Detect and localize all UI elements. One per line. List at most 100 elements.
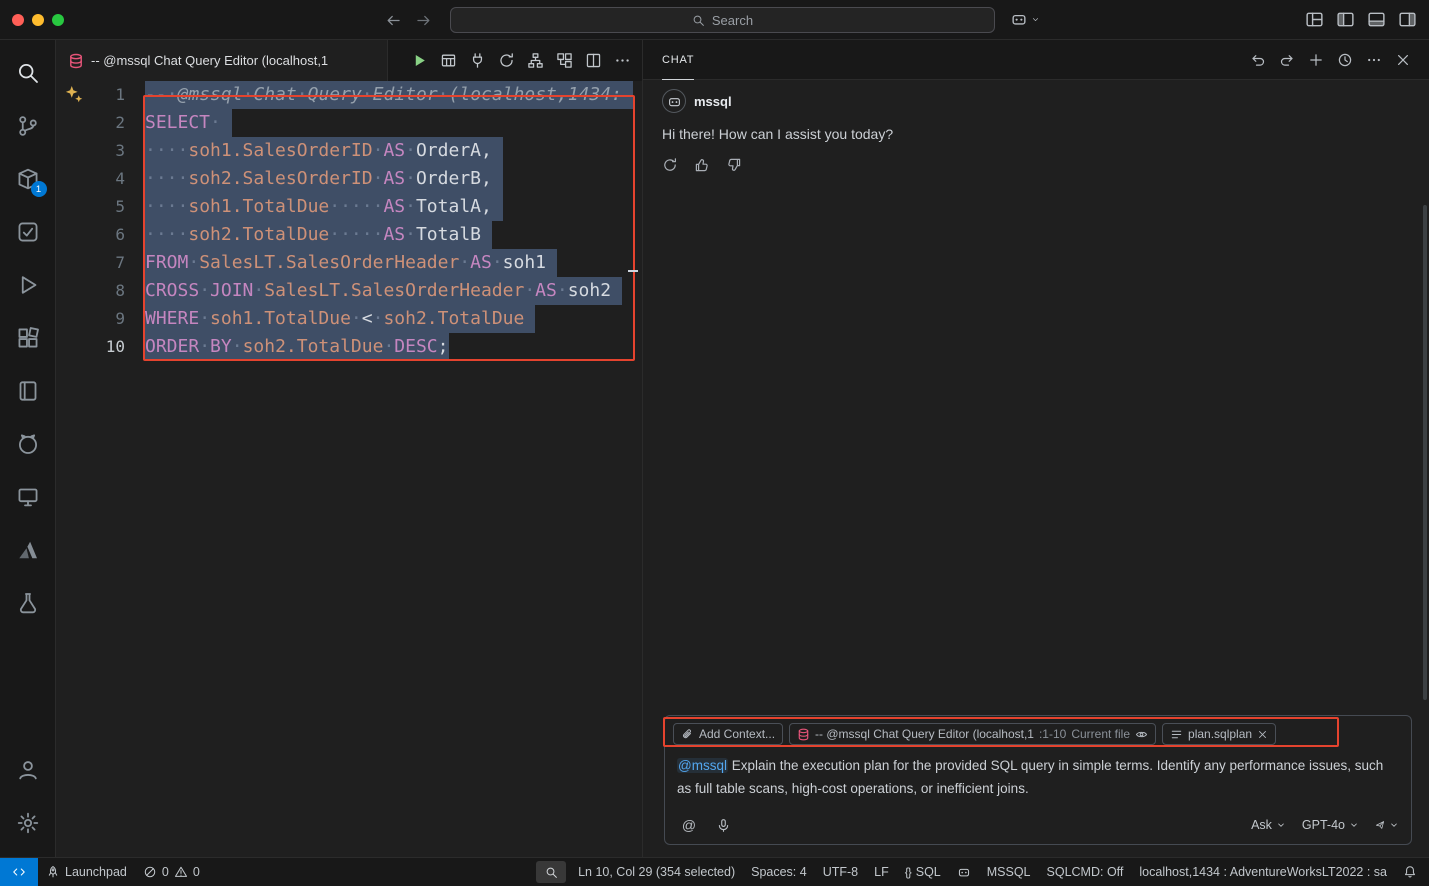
chat-more-button[interactable] bbox=[1362, 48, 1386, 72]
eye-icon[interactable] bbox=[1135, 728, 1148, 741]
editor-content[interactable]: 1--·@mssql·Chat·Query·Editor·(localhost,… bbox=[56, 81, 642, 857]
toggle-primary-sidebar-button[interactable] bbox=[1336, 10, 1355, 29]
indentation-status[interactable]: Spaces: 4 bbox=[743, 858, 815, 886]
copilot-menu-button[interactable] bbox=[1010, 10, 1040, 28]
remote-icon bbox=[12, 865, 26, 879]
send-button[interactable] bbox=[1375, 820, 1399, 830]
voice-input-button[interactable] bbox=[711, 813, 735, 837]
toggle-panel-button[interactable] bbox=[1367, 10, 1386, 29]
undo-edits-button[interactable] bbox=[1246, 48, 1270, 72]
activity-run-debug[interactable] bbox=[0, 258, 56, 311]
new-chat-button[interactable] bbox=[1304, 48, 1328, 72]
activity-azure[interactable] bbox=[0, 523, 56, 576]
search-icon bbox=[692, 14, 705, 27]
navigate-back-button[interactable] bbox=[382, 9, 404, 31]
code-line-text[interactable]: ····soh2.TotalDue·····AS·TotalB bbox=[145, 221, 492, 249]
model-dropdown[interactable]: GPT-4o bbox=[1302, 818, 1359, 832]
mssql-status[interactable]: MSSQL bbox=[979, 858, 1039, 886]
add-context-button[interactable]: Add Context... bbox=[673, 723, 783, 745]
activity-extensions[interactable] bbox=[0, 311, 56, 364]
activity-task-checklist[interactable] bbox=[0, 205, 56, 258]
command-center-search[interactable]: Search bbox=[450, 7, 995, 33]
toggle-secondary-sidebar-button[interactable] bbox=[1398, 10, 1417, 29]
line-number: 9 bbox=[56, 305, 145, 333]
editor-tab[interactable]: -- @mssql Chat Query Editor (localhost,1 bbox=[56, 40, 388, 81]
eol-status[interactable]: LF bbox=[866, 858, 897, 886]
context-plan-pill[interactable]: plan.sqlplan bbox=[1162, 723, 1276, 745]
activity-github[interactable] bbox=[0, 417, 56, 470]
chat-scrollbar[interactable] bbox=[1423, 205, 1427, 700]
notifications-button[interactable] bbox=[1395, 858, 1429, 886]
encoding-status[interactable]: UTF-8 bbox=[815, 858, 866, 886]
settings-menu[interactable] bbox=[0, 796, 56, 849]
vscode-window: Search bbox=[0, 0, 1429, 886]
change-connection-button[interactable] bbox=[493, 47, 520, 74]
estimated-plan-button[interactable] bbox=[522, 47, 549, 74]
add-context-label: Add Context... bbox=[699, 727, 775, 741]
minimize-window-button[interactable] bbox=[32, 14, 44, 26]
mode-label: Ask bbox=[1251, 818, 1272, 832]
actual-plan-button[interactable] bbox=[551, 47, 578, 74]
code-line-text[interactable]: WHERE·soh1.TotalDue·<·soh2.TotalDue bbox=[145, 305, 535, 333]
mention-button[interactable]: @ bbox=[677, 813, 701, 837]
code-line-text[interactable]: ····soh1.SalesOrderID·AS·OrderA, bbox=[145, 137, 503, 165]
activity-search[interactable] bbox=[0, 46, 56, 99]
chat-input-box[interactable]: Add Context... -- @mssql Chat Query Edit… bbox=[664, 715, 1412, 845]
remove-context-icon[interactable] bbox=[1257, 729, 1268, 740]
close-panel-button[interactable] bbox=[1391, 48, 1415, 72]
code-line-text[interactable]: CROSS·JOIN·SalesLT.SalesOrderHeader·AS·s… bbox=[145, 277, 622, 305]
chat-input-text[interactable]: @mssql Explain the execution plan for th… bbox=[665, 745, 1411, 800]
customize-layout-button[interactable] bbox=[1305, 10, 1324, 29]
extensions-icon bbox=[16, 326, 40, 350]
activity-sql-projects[interactable]: 1 bbox=[0, 152, 56, 205]
magnifier-icon bbox=[545, 866, 558, 879]
regenerate-button[interactable] bbox=[657, 152, 683, 178]
thumbs-down-button[interactable] bbox=[721, 152, 747, 178]
editor-tab-bar: -- @mssql Chat Query Editor (localhost,1 bbox=[56, 40, 642, 81]
zoom-window-button[interactable] bbox=[52, 14, 64, 26]
context-file-pill[interactable]: -- @mssql Chat Query Editor (localhost,1… bbox=[789, 723, 1156, 745]
activity-remote-explorer[interactable] bbox=[0, 470, 56, 523]
chat-panel-title[interactable]: CHAT bbox=[662, 40, 694, 80]
navigate-forward-button[interactable] bbox=[412, 9, 434, 31]
code-line-text[interactable]: ORDER·BY·soh2.TotalDue·DESC; bbox=[145, 333, 449, 361]
disconnect-button[interactable] bbox=[464, 47, 491, 74]
more-actions-button[interactable] bbox=[609, 47, 636, 74]
model-label: GPT-4o bbox=[1302, 818, 1345, 832]
copilot-sparkle-icon[interactable] bbox=[64, 85, 84, 105]
close-window-button[interactable] bbox=[12, 14, 24, 26]
account-menu[interactable] bbox=[0, 743, 56, 796]
activity-flask[interactable] bbox=[0, 576, 56, 629]
code-editor[interactable]: 1--·@mssql·Chat·Query·Editor·(localhost,… bbox=[56, 81, 642, 361]
launchpad-status[interactable]: Launchpad bbox=[38, 858, 135, 886]
copilot-status[interactable] bbox=[949, 858, 979, 886]
sqlcmd-status[interactable]: SQLCMD: Off bbox=[1039, 858, 1132, 886]
mode-dropdown[interactable]: Ask bbox=[1251, 818, 1286, 832]
redo-edits-button[interactable] bbox=[1275, 48, 1299, 72]
at-icon: @ bbox=[682, 817, 696, 833]
activity-notebooks[interactable] bbox=[0, 364, 56, 417]
zoom-indicator[interactable] bbox=[536, 861, 566, 883]
status-bar: Launchpad 0 0 Ln 10, Col 29 (354 selecte… bbox=[0, 857, 1429, 886]
database-icon bbox=[68, 53, 84, 69]
problems-status[interactable]: 0 0 bbox=[135, 858, 208, 886]
chat-history-button[interactable] bbox=[1333, 48, 1357, 72]
code-line-text[interactable]: SELECT· bbox=[145, 109, 232, 137]
run-query-button[interactable] bbox=[406, 47, 433, 74]
activity-source-control[interactable] bbox=[0, 99, 56, 152]
chat-panel-header: CHAT bbox=[643, 40, 1429, 80]
mssql-mention[interactable]: @mssql bbox=[677, 758, 728, 773]
language-status[interactable]: {} SQL bbox=[897, 858, 949, 886]
code-line-text[interactable]: --·@mssql·Chat·Query·Editor·(localhost,1… bbox=[145, 81, 633, 109]
code-line-text[interactable]: ····soh1.TotalDue·····AS·TotalA, bbox=[145, 193, 503, 221]
remote-indicator[interactable] bbox=[0, 858, 38, 886]
plug-icon bbox=[469, 52, 486, 69]
results-grid-button[interactable] bbox=[435, 47, 462, 74]
line-number: 3 bbox=[56, 137, 145, 165]
code-line-text[interactable]: ····soh2.SalesOrderID·AS·OrderB, bbox=[145, 165, 503, 193]
split-editor-button[interactable] bbox=[580, 47, 607, 74]
cursor-position-status[interactable]: Ln 10, Col 29 (354 selected) bbox=[570, 858, 743, 886]
thumbs-up-button[interactable] bbox=[689, 152, 715, 178]
connection-status[interactable]: localhost,1434 : AdventureWorksLT2022 : … bbox=[1131, 858, 1395, 886]
code-line-text[interactable]: FROM·SalesLT.SalesOrderHeader·AS·soh1 bbox=[145, 249, 557, 277]
